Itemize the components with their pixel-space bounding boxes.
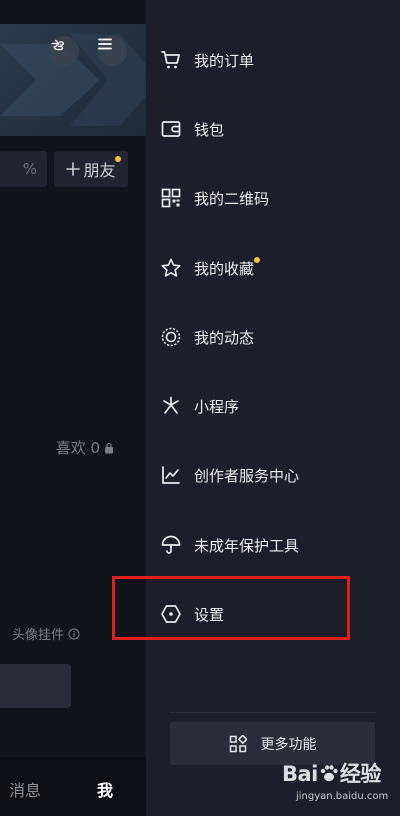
hamburger-icon xyxy=(98,38,112,50)
moments-icon xyxy=(160,326,182,348)
watermark-brand-suffix: 经验 xyxy=(339,762,382,786)
menu-label-wallet: 钱包 xyxy=(194,120,225,139)
drawer-divider xyxy=(170,712,376,713)
menu-item-wallet[interactable]: 钱包 xyxy=(146,106,400,152)
menu-item-moments[interactable]: 我的动态 xyxy=(146,314,400,360)
menu-label-minor-protection: 未成年保护工具 xyxy=(194,536,300,555)
menu-label-orders: 我的订单 xyxy=(194,51,255,70)
watermark-logo: Bai 经验 xyxy=(282,758,381,788)
bottom-tab-bar: 消息 我 xyxy=(0,757,146,816)
cart-icon xyxy=(160,49,182,71)
add-friend-label: 朋友 xyxy=(83,161,116,180)
visitor-button[interactable] xyxy=(49,36,79,66)
tab-me[interactable]: 我 xyxy=(97,777,113,801)
menu-label-creator-center: 创作者服务中心 xyxy=(194,466,300,485)
umbrella-icon xyxy=(160,534,182,556)
profile-page-background: % 朋友 喜欢 0 头像挂件 消息 我 xyxy=(0,0,146,816)
tab-messages[interactable]: 消息 xyxy=(9,777,41,801)
lock-icon xyxy=(105,442,113,453)
qr-code-icon xyxy=(160,187,182,209)
watermark-brand: Bai xyxy=(282,762,318,786)
menu-label-moments: 我的动态 xyxy=(194,328,255,347)
baidu-jingyan-watermark: Bai 经验 jingyan.baidu.com xyxy=(282,758,394,810)
add-friend-button[interactable]: 朋友 xyxy=(54,151,128,187)
star-icon xyxy=(160,257,182,279)
settings-highlight-box xyxy=(112,576,350,640)
favorites-badge xyxy=(254,257,260,263)
info-icon xyxy=(68,628,80,639)
edit-profile-stub-text: % xyxy=(22,160,37,178)
grid-apps-icon xyxy=(229,734,247,752)
hand-pointer-icon xyxy=(51,39,64,51)
wallet-icon xyxy=(160,118,182,140)
pendant-label: 头像挂件 xyxy=(12,628,65,643)
plus-icon xyxy=(66,162,81,176)
edit-profile-button-partial[interactable]: % xyxy=(0,151,47,187)
menu-item-orders[interactable]: 我的订单 xyxy=(146,37,400,83)
content-placeholder-block xyxy=(0,664,71,708)
profile-banner xyxy=(0,24,146,136)
menu-label-mini-program: 小程序 xyxy=(194,397,240,416)
chart-line-icon xyxy=(160,464,182,486)
more-features-label: 更多功能 xyxy=(260,736,317,753)
menu-item-minor-protection[interactable]: 未成年保护工具 xyxy=(146,522,400,568)
menu-item-qr-code[interactable]: 我的二维码 xyxy=(146,175,400,221)
likes-tab[interactable]: 喜欢 0 xyxy=(56,437,114,458)
avatar-pendant-row[interactable]: 头像挂件 xyxy=(12,624,80,643)
menu-button[interactable] xyxy=(97,36,127,66)
menu-label-qr-code: 我的二维码 xyxy=(194,189,270,208)
screen: % 朋友 喜欢 0 头像挂件 消息 我 我的订单 钱包 我的二维码 我的收藏 我… xyxy=(0,0,400,816)
menu-item-mini-program[interactable]: 小程序 xyxy=(146,383,400,429)
mini-program-icon xyxy=(160,395,182,417)
paw-icon xyxy=(320,765,338,782)
likes-label: 喜欢 0 xyxy=(55,439,100,457)
menu-label-favorites: 我的收藏 xyxy=(194,259,255,278)
watermark-url: jingyan.baidu.com xyxy=(296,791,389,802)
add-friend-badge xyxy=(115,156,121,162)
menu-item-creator-center[interactable]: 创作者服务中心 xyxy=(146,452,400,498)
menu-item-favorites[interactable]: 我的收藏 xyxy=(146,245,400,291)
side-drawer: 我的订单 钱包 我的二维码 我的收藏 我的动态 小程序 创作者服务中心 未成年保… xyxy=(146,0,400,816)
